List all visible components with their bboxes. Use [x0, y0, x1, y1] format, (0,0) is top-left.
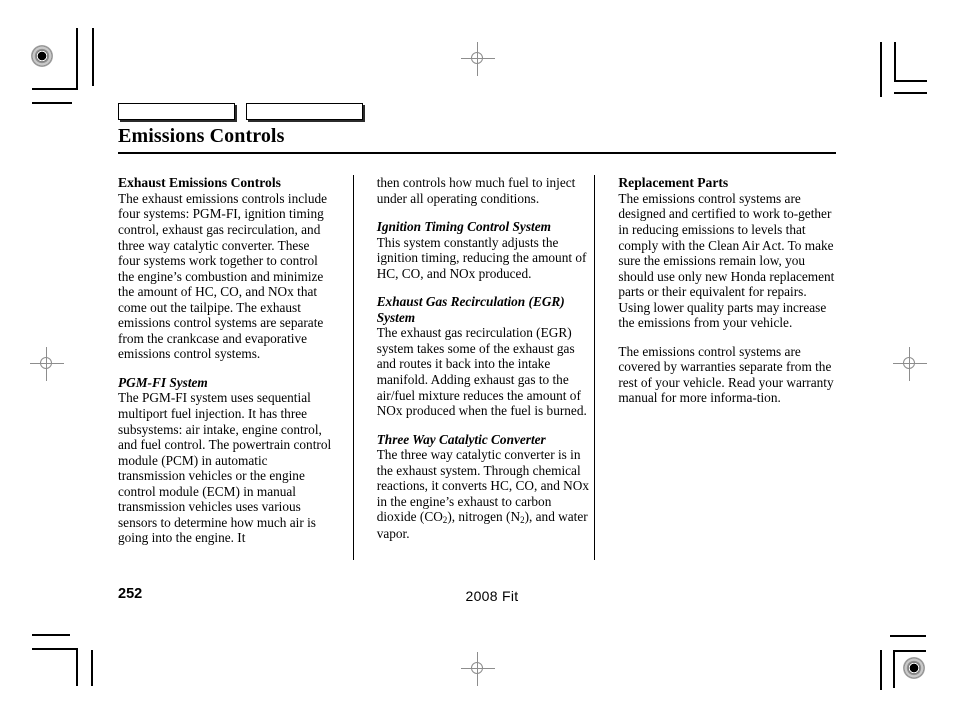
paragraph-replacement-parts: The emissions control systems are design… — [618, 190, 835, 331]
crop-mark-top-left-horizontal-inner — [32, 88, 78, 90]
section-tab-1[interactable] — [118, 103, 235, 120]
paragraph-ignition-timing-control-system: This system constantly adjusts the ignit… — [376, 234, 587, 281]
crop-mark-bottom-right-horizontal-inner — [893, 650, 926, 652]
page-content: Emissions Controls Exhaust Emissions Con… — [118, 103, 836, 560]
registration-bullseye-top-left — [31, 45, 53, 67]
crosshair-right-icon — [893, 347, 927, 381]
crop-mark-top-right-vertical-outer — [880, 42, 882, 97]
column-middle: then controls how much fuel to inject un… — [352, 175, 595, 560]
crop-mark-bottom-left-vertical-inner — [76, 648, 78, 686]
crop-mark-bottom-right-horizontal-outer — [890, 635, 926, 637]
crosshair-left-icon — [30, 347, 64, 381]
document-page: { "page": { "title": "Emissions Controls… — [0, 0, 954, 710]
twcc-text-middle: ), nitrogen (N — [447, 509, 521, 525]
model-year-label: 2008 Fit — [465, 588, 519, 604]
crop-mark-top-left-vertical-inner — [76, 28, 78, 88]
heading-three-way-catalytic-converter: Three Way Catalytic Converter — [376, 431, 546, 447]
paragraph-exhaust-gas-recirculation-system: The exhaust gas recirculation (EGR) syst… — [376, 325, 587, 419]
crop-mark-top-right-horizontal-inner — [894, 80, 927, 82]
heading-pgm-fi-system: PGM-FI System — [118, 374, 208, 390]
crop-mark-bottom-right-vertical-outer — [880, 650, 882, 690]
paragraph-three-way-catalytic-converter: The three way catalytic converter is in … — [377, 447, 595, 541]
crosshair-top-center-icon — [461, 42, 495, 76]
crop-mark-top-left-horizontal-outer — [32, 102, 72, 104]
heading-exhaust-emissions-controls: Exhaust Emissions Controls — [118, 175, 281, 190]
crop-mark-top-right-horizontal-outer — [894, 92, 927, 94]
title-divider-rule — [118, 152, 836, 154]
heading-ignition-timing-control-system: Ignition Timing Control System — [376, 219, 551, 235]
paragraph-exhaust-emissions-controls: The exhaust emissions controls include f… — [118, 190, 328, 362]
crop-mark-bottom-left-horizontal-outer — [32, 634, 70, 636]
heading-replacement-parts: Replacement Parts — [618, 175, 729, 190]
section-tab-bar — [118, 103, 836, 120]
page-footer: 252 2008 Fit — [118, 586, 836, 606]
crop-mark-bottom-left-horizontal-inner — [32, 648, 78, 650]
crop-mark-top-left-vertical-outer — [92, 28, 94, 86]
paragraph-pgm-fi-continued: then controls how much fuel to inject un… — [376, 175, 576, 206]
paragraph-pgm-fi-system: The PGM-FI system uses sequential multip… — [118, 390, 332, 546]
page-title: Emissions Controls — [118, 125, 285, 147]
crop-mark-top-right-vertical-inner — [894, 42, 896, 81]
paragraph-warranty-information: The emissions control systems are covere… — [618, 343, 834, 406]
section-tab-2[interactable] — [246, 103, 363, 120]
crop-mark-bottom-right-vertical-inner — [893, 650, 895, 688]
registration-bullseye-bottom-right — [903, 657, 925, 679]
column-right: Replacement Parts The emissions control … — [594, 175, 836, 560]
crosshair-bottom-center-icon — [461, 652, 495, 686]
column-left: Exhaust Emissions Controls The exhaust e… — [118, 175, 353, 560]
heading-exhaust-gas-recirculation-system: Exhaust Gas Recirculation (EGR) System — [376, 294, 565, 325]
crop-mark-bottom-left-vertical-outer — [91, 650, 93, 686]
three-column-body: Exhaust Emissions Controls The exhaust e… — [118, 175, 836, 560]
